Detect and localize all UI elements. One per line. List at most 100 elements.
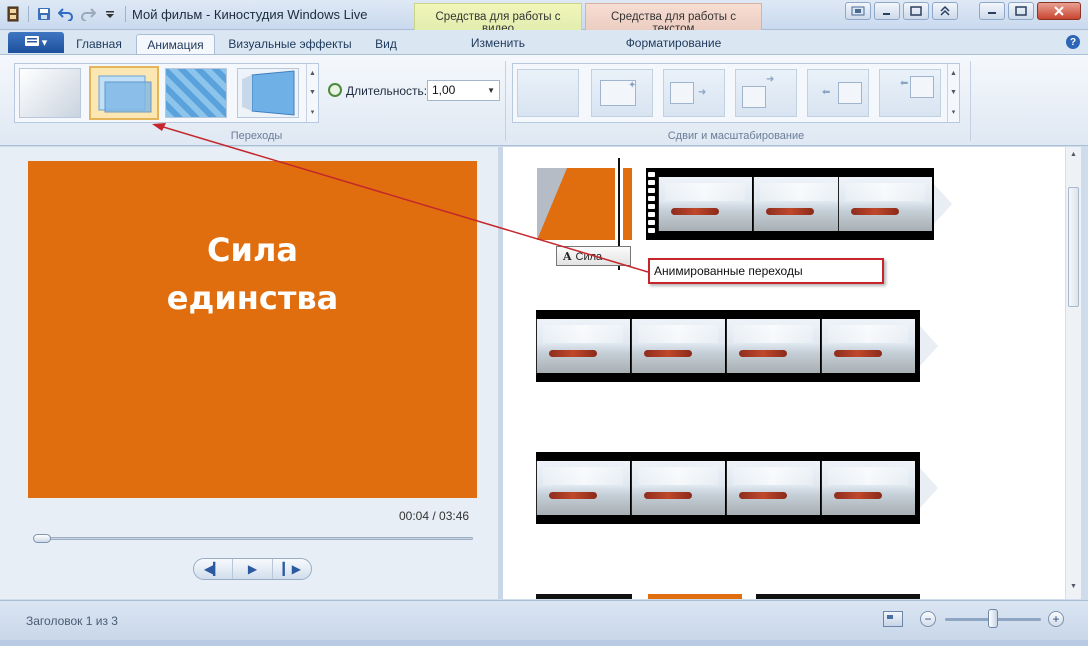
text-icon: A bbox=[563, 250, 572, 263]
pan-zoom-up-right[interactable]: ➜ bbox=[735, 69, 797, 117]
play-icon[interactable]: ▶ bbox=[233, 559, 273, 579]
transition-none[interactable] bbox=[19, 68, 81, 118]
arrow-left-icon: ⬅ bbox=[900, 78, 909, 89]
pan-zoom-auto[interactable]: ✦ bbox=[591, 69, 653, 117]
chevron-down-icon: ▼ bbox=[487, 86, 495, 95]
clip-frame bbox=[753, 177, 847, 231]
arrow-left-icon: ⬅ bbox=[822, 87, 831, 98]
collapse-icon[interactable] bbox=[932, 2, 958, 20]
clip-end-arrow bbox=[920, 326, 938, 366]
tab-visual-effects[interactable]: Визуальные эффекты bbox=[220, 34, 360, 54]
close-icon[interactable] bbox=[1037, 2, 1081, 20]
maximize-icon[interactable] bbox=[1008, 2, 1034, 20]
scroll-up-icon[interactable]: ▲ bbox=[950, 70, 957, 77]
save-icon[interactable] bbox=[35, 5, 53, 23]
quick-access-toolbar bbox=[4, 5, 128, 23]
scroll-down-icon[interactable]: ▼ bbox=[309, 89, 316, 96]
clip-frame bbox=[726, 319, 820, 373]
duration-dropdown[interactable]: 1,00 ▼ bbox=[427, 80, 500, 101]
window-bottom-edge bbox=[0, 640, 1088, 646]
group-separator bbox=[505, 61, 506, 141]
video-tools-context-tab: Средства для работы с видео bbox=[414, 3, 582, 35]
clip-end-arrow bbox=[934, 184, 952, 224]
title-bar: Мой фильм - Киностудия Windows Live Сред… bbox=[0, 0, 1088, 35]
clip-end-arrow bbox=[920, 468, 938, 508]
preview-title-line2: единства bbox=[166, 279, 339, 317]
tab-format[interactable]: Форматирование bbox=[585, 30, 762, 54]
app-icon[interactable] bbox=[4, 5, 22, 23]
more-icon[interactable]: ▾ bbox=[952, 108, 956, 116]
status-text: Заголовок 1 из 3 bbox=[26, 614, 118, 628]
pan-zoom-scroll[interactable]: ▲ ▼ ▾ bbox=[947, 64, 959, 122]
clip-frame bbox=[821, 319, 915, 373]
scrollbar-thumb[interactable] bbox=[1068, 187, 1079, 307]
tab-edit[interactable]: Изменить bbox=[414, 30, 582, 54]
qat-separator bbox=[28, 6, 29, 22]
transition-mosaic[interactable] bbox=[165, 68, 227, 118]
pan-zoom-left[interactable]: ⬅ bbox=[807, 69, 869, 117]
seek-knob[interactable] bbox=[33, 534, 51, 543]
video-clip-1[interactable] bbox=[646, 168, 952, 240]
transition-crossfade[interactable] bbox=[89, 66, 159, 120]
storyboard-scrollbar[interactable]: ▲ ▼ bbox=[1065, 147, 1081, 599]
customize-icon[interactable] bbox=[101, 5, 119, 23]
pan-zoom-up-left[interactable]: ⬅ bbox=[879, 69, 941, 117]
video-preview[interactable]: Сила единства bbox=[28, 161, 477, 498]
small-window-icon[interactable] bbox=[903, 2, 929, 20]
preview-title-line1: Сила bbox=[207, 231, 298, 269]
video-clip-2[interactable] bbox=[536, 310, 938, 382]
video-clip-3[interactable] bbox=[536, 452, 938, 524]
tab-home[interactable]: Главная bbox=[68, 34, 130, 54]
caption-chip[interactable]: A Сила bbox=[556, 246, 631, 266]
help-icon[interactable]: ? bbox=[1066, 35, 1080, 49]
playback-controls: ◀▎ ▶ ▎▶ bbox=[193, 558, 312, 580]
timecode: 00:04 / 03:46 bbox=[399, 509, 470, 523]
next-frame-icon[interactable]: ▎▶ bbox=[273, 559, 311, 579]
gallery-scroll[interactable]: ▲ ▼ ▾ bbox=[306, 64, 318, 122]
clip-frame bbox=[631, 461, 725, 515]
chevron-down-icon: ▾ bbox=[41, 37, 48, 49]
pan-zoom-none[interactable] bbox=[517, 69, 579, 117]
ribbon-panel: ▲ ▼ ▾ Длительность: 1,00 ▼ Переходы ✦ ➜ … bbox=[0, 54, 1088, 146]
duration-label: Длительность: bbox=[346, 84, 428, 98]
pan-zoom-right[interactable]: ➜ bbox=[663, 69, 725, 117]
redo-icon[interactable] bbox=[79, 5, 97, 23]
scroll-down-icon[interactable]: ▼ bbox=[1070, 583, 1077, 590]
previous-frame-icon[interactable]: ◀▎ bbox=[194, 559, 234, 579]
storyboard-view-icon[interactable] bbox=[883, 611, 903, 627]
preview-pane: Сила единства 00:04 / 03:46 ◀▎ ▶ ▎▶ bbox=[0, 147, 498, 599]
secondary-window-buttons bbox=[845, 2, 958, 20]
scroll-up-icon[interactable]: ▲ bbox=[1070, 151, 1077, 158]
scroll-up-icon[interactable]: ▲ bbox=[309, 70, 316, 77]
back-window-icon[interactable] bbox=[845, 2, 871, 20]
more-icon[interactable]: ▾ bbox=[311, 108, 315, 116]
clip-frame bbox=[726, 461, 820, 515]
transition-page-turn[interactable] bbox=[237, 68, 299, 118]
text-tools-context-tab: Средства для работы с текстом bbox=[585, 3, 762, 35]
clip-frame bbox=[536, 319, 630, 373]
menu-lines-icon bbox=[24, 36, 39, 49]
next-clip-partial bbox=[536, 594, 632, 599]
seek-bar[interactable] bbox=[33, 534, 473, 543]
window-controls bbox=[979, 2, 1081, 20]
small-minimize-icon[interactable] bbox=[874, 2, 900, 20]
caption-chip-label: Сила bbox=[575, 251, 603, 263]
duration-icon bbox=[328, 83, 342, 97]
undo-icon[interactable] bbox=[57, 5, 75, 23]
zoom-out-icon[interactable]: − bbox=[920, 611, 936, 627]
tab-view[interactable]: Вид bbox=[364, 34, 408, 54]
arrow-right-icon: ➜ bbox=[766, 74, 775, 85]
arrow-right-icon: ➜ bbox=[698, 87, 707, 98]
clip-frame bbox=[658, 177, 752, 231]
clip-frame bbox=[838, 177, 932, 231]
transition-wedge bbox=[537, 168, 567, 240]
zoom-slider-knob[interactable] bbox=[988, 609, 998, 628]
crossfade-icon bbox=[98, 75, 152, 113]
minimize-icon[interactable] bbox=[979, 2, 1005, 20]
transitions-gallery: ▲ ▼ ▾ bbox=[14, 63, 319, 123]
scroll-down-icon[interactable]: ▼ bbox=[950, 89, 957, 96]
tab-animation[interactable]: Анимация bbox=[136, 34, 215, 54]
file-menu-button[interactable]: ▾ bbox=[8, 32, 64, 53]
zoom-in-icon[interactable]: + bbox=[1048, 611, 1064, 627]
clip-frame bbox=[536, 461, 630, 515]
